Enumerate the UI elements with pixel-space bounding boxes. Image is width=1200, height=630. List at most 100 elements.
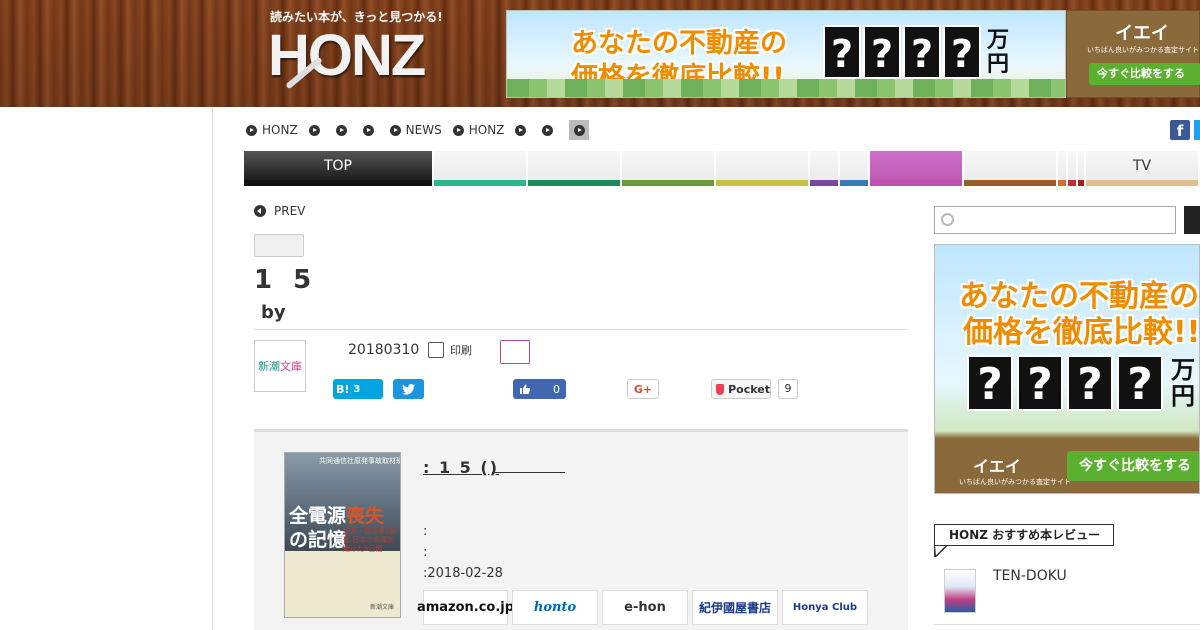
- breadcrumb-item[interactable]: HONZ: [452, 123, 505, 137]
- facebook-like-count: 0: [553, 382, 560, 396]
- ad-digit: ?: [967, 355, 1013, 411]
- tab-category[interactable]: [622, 151, 714, 186]
- honyaclub-button[interactable]: Honya Club: [782, 590, 868, 625]
- arrow-right-icon: [515, 124, 527, 136]
- recommend-thumbnail[interactable]: [944, 569, 976, 613]
- ad-brand-sub: いちばん良いがみつかる査定サイト: [959, 478, 1071, 486]
- arrow-right-icon: [573, 124, 585, 136]
- tab-color-bar: [1078, 180, 1084, 186]
- breadcrumb-item[interactable]: NEWS: [389, 123, 442, 137]
- publisher-logo[interactable]: 新潮 文庫: [254, 340, 306, 392]
- pocket-count: 9: [778, 379, 798, 399]
- facebook-like-button[interactable]: 0: [513, 379, 566, 399]
- cover-imprint: 新潮文庫: [369, 604, 394, 611]
- tab-label: TOP: [323, 158, 352, 174]
- breadcrumb-item[interactable]: HONZ: [246, 123, 298, 137]
- sidebar-ad-banner[interactable]: あなたの不動産の 価格を徹底比較!! ? ? ? ? 万円 イエイ いちばん良い…: [934, 244, 1200, 494]
- tab-category[interactable]: [1058, 151, 1066, 186]
- left-column: [0, 107, 213, 630]
- ad-digit: ?: [943, 25, 981, 79]
- ad-digit: ?: [863, 25, 901, 79]
- tab-category[interactable]: [964, 151, 1056, 186]
- twitter-icon[interactable]: [1194, 120, 1200, 140]
- cover-publisher: 共同通信社原発事故取材班: [319, 457, 401, 465]
- twitter-bird-icon: [402, 383, 415, 395]
- ehon-button[interactable]: e-hon: [602, 590, 688, 625]
- honz-logo[interactable]: 読みたい本が、きっと見つかる! HONZ: [268, 8, 443, 96]
- tab-color-bar: [1068, 180, 1076, 186]
- book-cover[interactable]: 共同通信社原発事故取材班 全電源喪失 の記憶 証言・福島第1原発 日本の命運を賭…: [284, 452, 401, 618]
- ad-brand: イエイ: [973, 457, 1021, 476]
- breadcrumb-item[interactable]: [308, 124, 325, 136]
- publisher-logo-text: 新潮: [258, 360, 280, 373]
- tab-category[interactable]: [528, 151, 620, 186]
- category-badge[interactable]: [254, 234, 304, 257]
- ad-cta-button[interactable]: 今すぐ比較をする: [1089, 63, 1200, 85]
- breadcrumb: HONZ NEWS HONZ: [246, 120, 590, 140]
- ad-digit: ?: [1117, 355, 1163, 411]
- ad-unit: 万円: [1171, 356, 1195, 410]
- tab-category[interactable]: [840, 151, 868, 186]
- tab-category[interactable]: [1078, 151, 1084, 186]
- breadcrumb-item[interactable]: [515, 124, 531, 136]
- book-title-link[interactable]: : 1 5 (): [423, 458, 565, 477]
- tab-color-bar: [964, 180, 1056, 186]
- pocket-button[interactable]: Pocket: [711, 379, 771, 399]
- kinokuniya-button[interactable]: 紀伊國屋書店: [692, 590, 778, 625]
- honto-button[interactable]: honto: [512, 590, 598, 625]
- tab-category[interactable]: [1068, 151, 1076, 186]
- ad-main-panel[interactable]: あなたの不動産の 価格を徹底比較!! ? ? ? ? 万円: [506, 10, 1066, 98]
- tab-color-bar: [622, 180, 714, 186]
- breadcrumb-label: HONZ: [468, 123, 505, 137]
- ad-side-panel[interactable]: イエイ いちばん良いがみつかる査定サイト 今すぐ比較をする: [1066, 10, 1200, 98]
- top-ad-banner[interactable]: あなたの不動産の 価格を徹底比較!! ? ? ? ? 万円 イエイ いちばん良い…: [506, 10, 1200, 98]
- pocket-icon: [716, 383, 725, 395]
- breadcrumb-label: HONZ: [262, 123, 298, 137]
- print-label: 印刷: [450, 344, 472, 357]
- tab-color-bar: [434, 180, 526, 186]
- ad-digit: ?: [903, 25, 941, 79]
- gplus-label: G+: [633, 382, 653, 396]
- tab-tv[interactable]: TV: [1086, 151, 1198, 186]
- prev-link[interactable]: PREV: [254, 204, 305, 218]
- tag-button[interactable]: [500, 340, 530, 364]
- hatena-bookmark-button[interactable]: B! 3: [333, 379, 383, 399]
- arrow-right-icon: [362, 124, 374, 136]
- tab-color-bar: [1058, 180, 1066, 186]
- arrow-right-icon: [452, 124, 464, 136]
- tweet-button[interactable]: [393, 379, 424, 399]
- ad-unit: 万円: [987, 28, 1010, 77]
- tab-category[interactable]: [434, 151, 526, 186]
- hatena-count: 3: [353, 383, 361, 395]
- article-date: 20180310: [348, 342, 420, 358]
- print-button[interactable]: 印刷: [428, 342, 472, 358]
- amazon-button[interactable]: amazon.co.jp: [417, 590, 514, 625]
- recommend-item-name[interactable]: TEN-DOKU: [993, 568, 1067, 584]
- thumbs-up-icon: [520, 384, 530, 395]
- arrow-left-icon: [254, 205, 266, 217]
- facebook-icon[interactable]: f: [1170, 120, 1190, 140]
- ad-copy-line2: 価格を徹底比較!!: [963, 315, 1200, 350]
- search-button[interactable]: [1184, 206, 1200, 234]
- ad-cta-button[interactable]: 今すぐ比較をする: [1067, 451, 1199, 481]
- cover-title: 全電源喪失: [289, 505, 385, 527]
- book-title-underline: [492, 472, 565, 473]
- breadcrumb-item[interactable]: [362, 124, 379, 136]
- tab-category[interactable]: [870, 151, 962, 186]
- tab-color-bar: [840, 180, 868, 186]
- cover-subtitle: 証言・福島第1原発 日本の命運を賭けた5日間: [343, 527, 397, 553]
- bookstore-links: amazon.co.jp honto e-hon 紀伊國屋書店 Honya Cl…: [417, 590, 868, 625]
- tab-category[interactable]: [716, 151, 808, 186]
- tab-category[interactable]: [810, 151, 838, 186]
- speech-tail: [934, 545, 948, 557]
- ad-cityscape: [507, 79, 1065, 97]
- tab-top[interactable]: TOP: [244, 151, 432, 186]
- search-input[interactable]: [934, 206, 1176, 234]
- breadcrumb-item[interactable]: [542, 124, 558, 136]
- article-byline: by: [261, 302, 286, 323]
- breadcrumb-item[interactable]: [335, 124, 352, 136]
- divider: [934, 624, 1200, 625]
- google-plus-button[interactable]: G+: [627, 379, 659, 399]
- tab-color-bar: [1086, 180, 1198, 186]
- social-links: f: [1170, 120, 1200, 140]
